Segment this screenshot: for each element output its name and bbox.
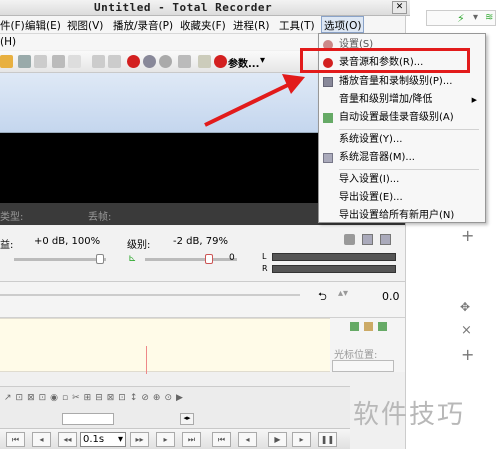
watermark: 软件技巧 <box>353 400 466 430</box>
annotation-arrow <box>204 74 305 127</box>
arrow-shaft <box>204 81 293 127</box>
